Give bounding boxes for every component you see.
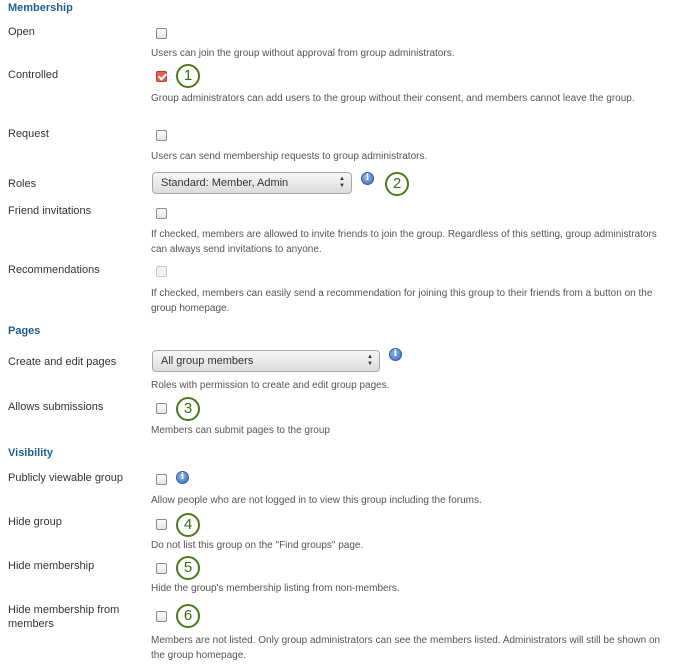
callout-4: 4 xyxy=(176,513,200,537)
hide-membership-description: Hide the group's membership listing from… xyxy=(151,583,400,594)
open-description: Users can join the group without approva… xyxy=(151,48,455,59)
roles-label: Roles xyxy=(8,178,37,190)
open-checkbox[interactable] xyxy=(156,28,167,39)
open-label: Open xyxy=(8,26,35,38)
allows-submissions-label: Allows submissions xyxy=(8,401,104,413)
allows-submissions-checkbox[interactable] xyxy=(156,403,167,414)
controlled-label: Controlled xyxy=(8,69,59,81)
recommendations-checkbox xyxy=(156,266,167,277)
hide-membership-checkbox[interactable] xyxy=(156,563,167,574)
friend-invitations-label: Friend invitations xyxy=(8,205,92,217)
public-group-checkbox[interactable] xyxy=(156,474,167,485)
public-group-description: Allow people who are not logged in to vi… xyxy=(151,495,482,506)
info-icon[interactable]: i xyxy=(389,348,402,361)
callout-6: 6 xyxy=(176,604,200,628)
roles-select[interactable]: Standard: Member, Admin ▲ ▼ xyxy=(152,172,352,194)
recommendations-label: Recommendations xyxy=(8,264,100,276)
callout-5: 5 xyxy=(176,556,200,580)
select-arrows-icon: ▲ ▼ xyxy=(367,354,373,367)
hide-members-checkbox[interactable] xyxy=(156,611,167,622)
membership-heading: Membership xyxy=(8,2,73,14)
allows-submissions-description: Members can submit pages to the group xyxy=(151,425,330,436)
hide-group-label: Hide group xyxy=(8,516,62,528)
friend-invitations-description: If checked, members are allowed to invit… xyxy=(151,229,657,255)
callout-1: 1 xyxy=(176,64,200,88)
pages-heading: Pages xyxy=(8,325,41,337)
hide-members-label-line1: Hide membership from xyxy=(8,604,120,616)
friend-invitations-checkbox[interactable] xyxy=(156,208,167,219)
hide-members-label-line2: members xyxy=(8,618,54,630)
select-arrows-icon: ▲ ▼ xyxy=(339,176,345,189)
create-edit-pages-label: Create and edit pages xyxy=(8,356,117,368)
create-edit-pages-description: Roles with permission to create and edit… xyxy=(151,380,390,391)
hide-members-label: Hide membership from members xyxy=(8,603,119,631)
controlled-description: Group administrators can add users to th… xyxy=(151,93,635,104)
hide-membership-label: Hide membership xyxy=(8,560,95,572)
info-icon[interactable]: i xyxy=(176,471,189,484)
hide-group-description: Do not list this group on the "Find grou… xyxy=(151,540,364,551)
controlled-checkbox[interactable] xyxy=(156,71,167,82)
request-description: Users can send membership requests to gr… xyxy=(151,151,428,162)
visibility-heading: Visibility xyxy=(8,447,54,459)
request-checkbox[interactable] xyxy=(156,130,167,141)
hide-group-checkbox[interactable] xyxy=(156,519,167,530)
callout-3: 3 xyxy=(176,397,200,421)
hide-members-description: Members are not listed. Only group admin… xyxy=(151,635,661,661)
request-label: Request xyxy=(8,128,49,140)
callout-2: 2 xyxy=(385,172,409,196)
info-icon[interactable]: i xyxy=(361,172,374,185)
public-group-label: Publicly viewable group xyxy=(8,472,123,484)
recommendations-description: If checked, members can easily send a re… xyxy=(151,288,653,314)
roles-select-value: Standard: Member, Admin xyxy=(161,177,289,189)
create-edit-pages-select[interactable]: All group members ▲ ▼ xyxy=(152,350,380,372)
create-edit-pages-select-value: All group members xyxy=(161,355,254,367)
